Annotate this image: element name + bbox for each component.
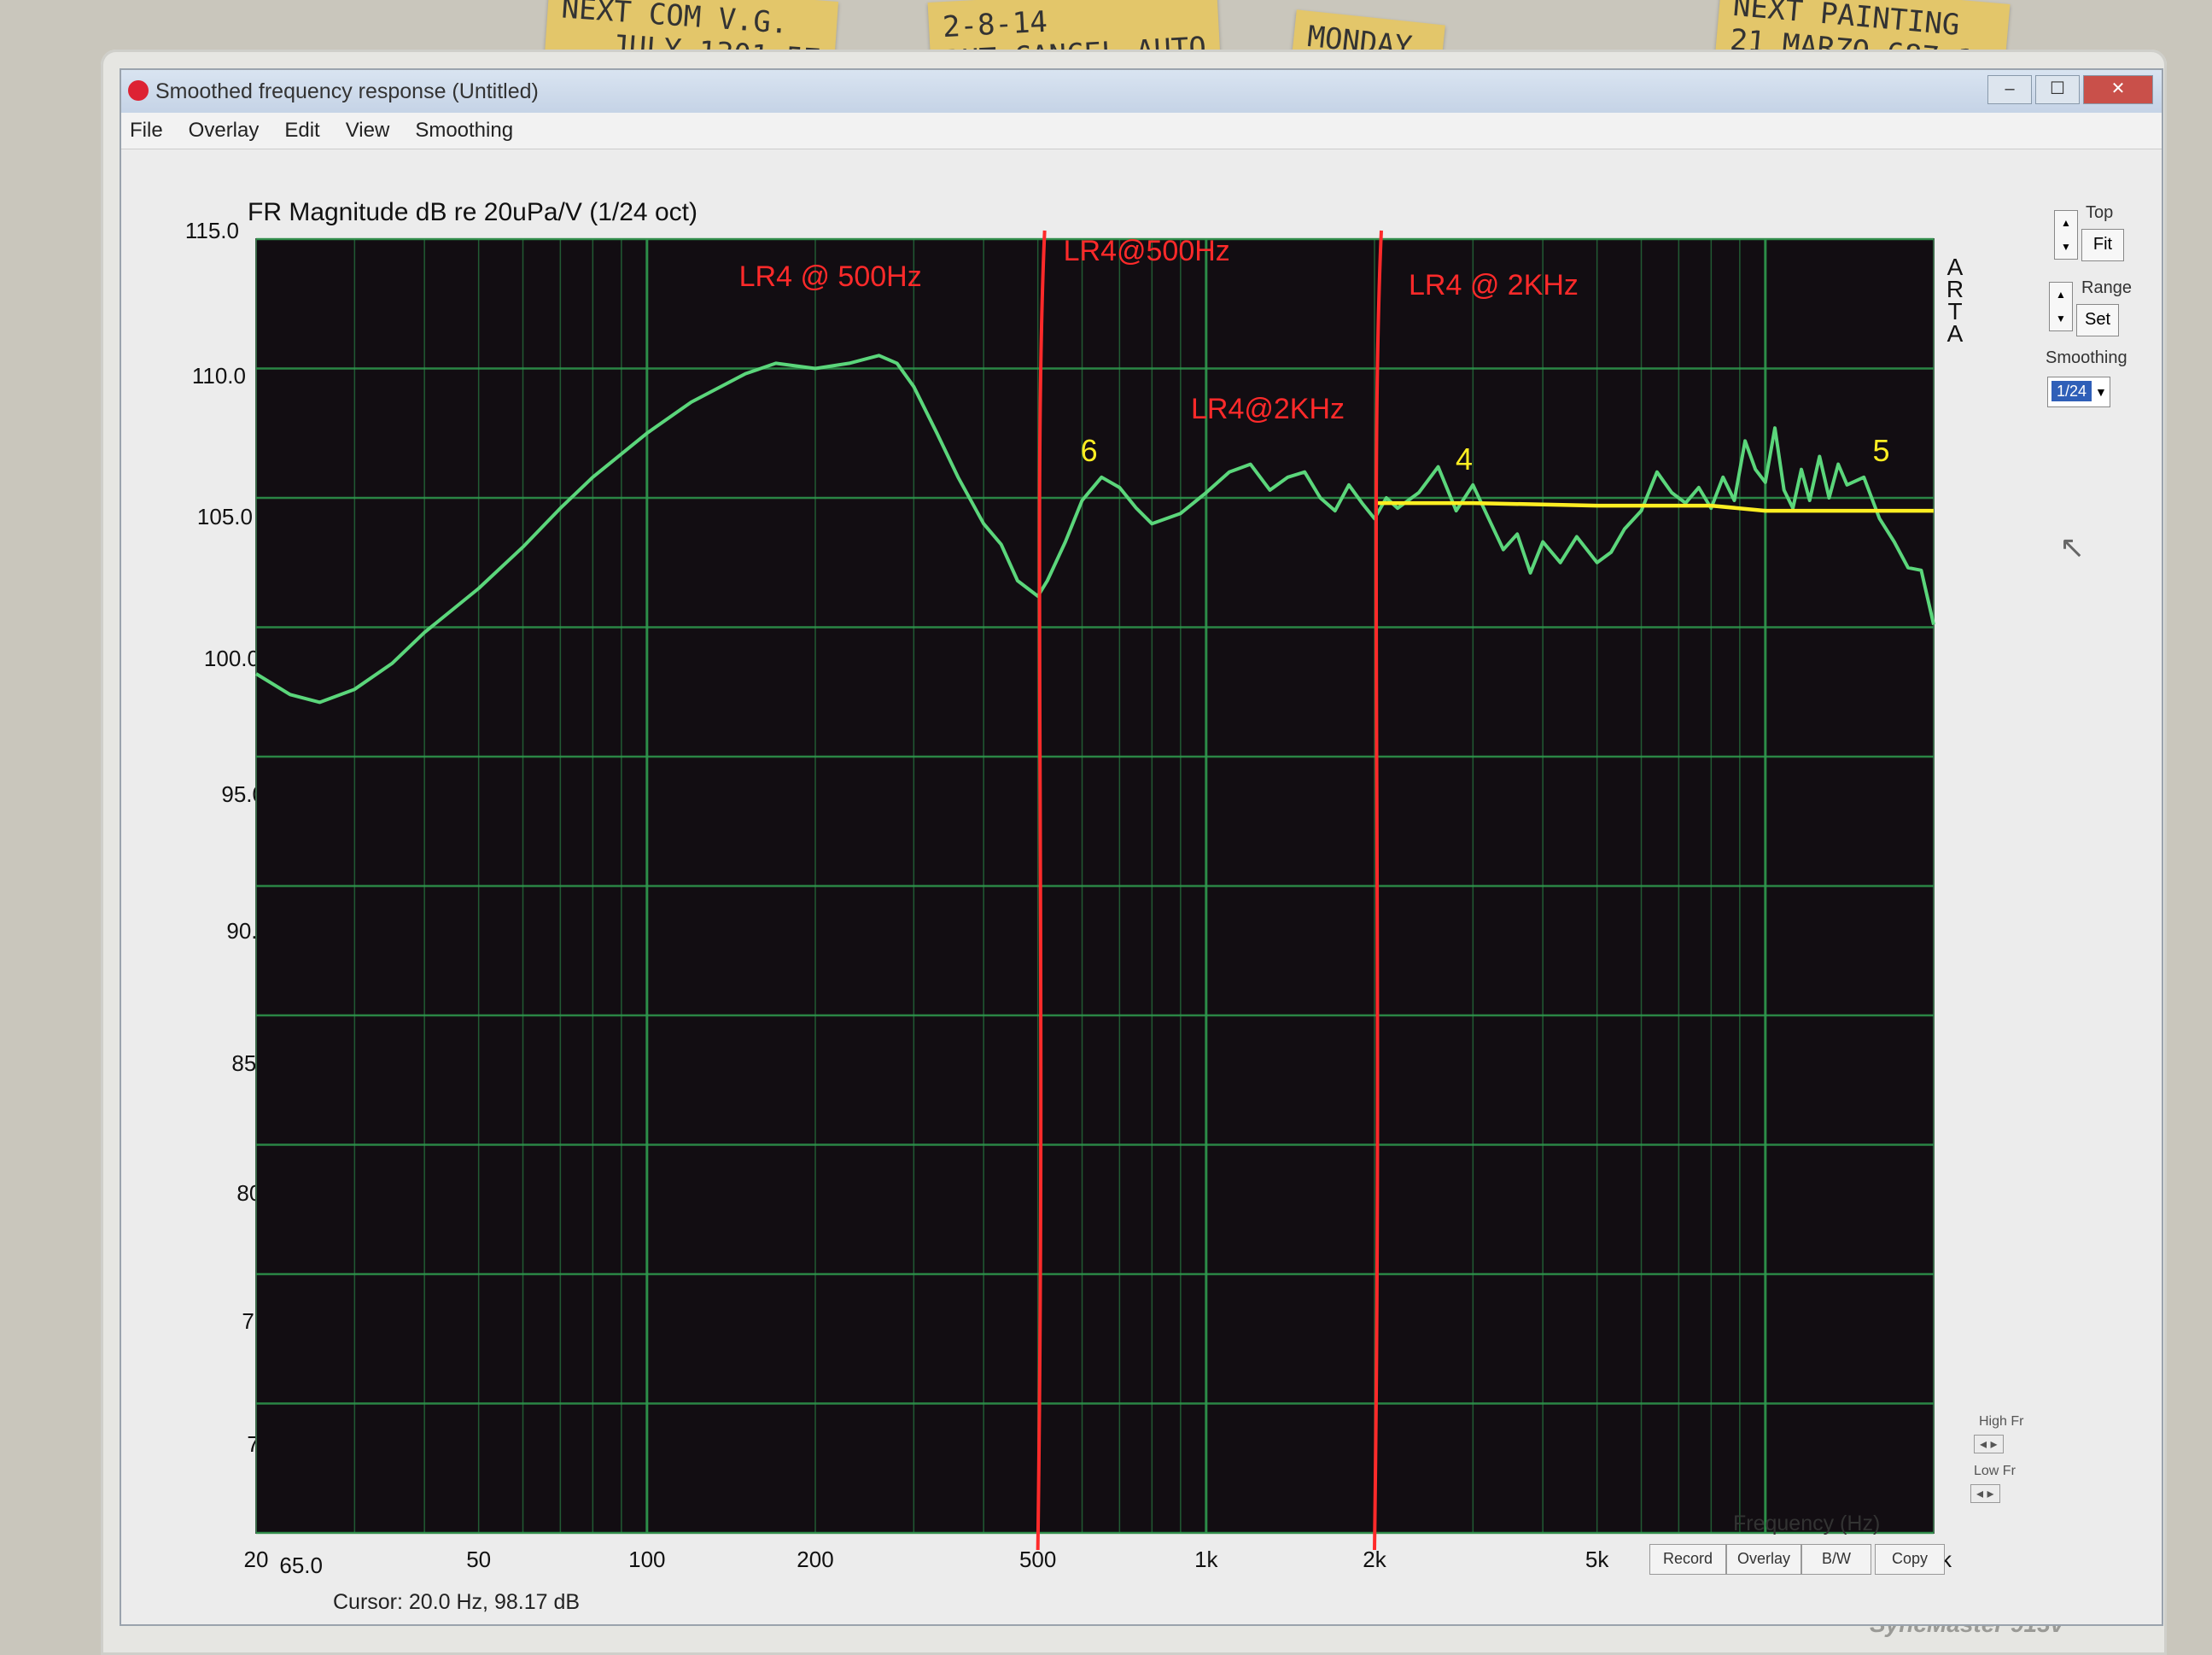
menu-file[interactable]: File: [130, 113, 163, 149]
y-tick-label: 65.0: [279, 1553, 323, 1578]
close-button[interactable]: ✕: [2083, 75, 2153, 104]
menu-edit[interactable]: Edit: [284, 113, 319, 149]
top-label: Top: [2086, 203, 2114, 222]
app-window: Smoothed frequency response (Untitled) –…: [120, 68, 2163, 1626]
copy-button[interactable]: Copy: [1875, 1544, 1945, 1575]
menu-bar: File Overlay Edit View Smoothing: [121, 113, 2162, 149]
plot-title: FR Magnitude dB re 20uPa/V (1/24 oct): [248, 198, 697, 226]
y-tick-label: 80.0: [236, 1180, 280, 1206]
maximize-button[interactable]: ☐: [2035, 75, 2080, 104]
y-tick-label: 75.0: [242, 1308, 285, 1334]
smoothing-value: 1/24: [2051, 381, 2092, 401]
smoothing-label: Smoothing: [2046, 348, 2127, 367]
y-tick-label: 90.0: [226, 918, 270, 944]
chevron-down-icon: ▼: [2095, 385, 2107, 399]
low-fr-label: Low Fr: [1974, 1464, 2016, 1478]
y-tick-label: 115.0: [184, 218, 239, 243]
x-axis-label: Frequency (Hz): [1733, 1512, 1881, 1535]
title-bar: Smoothed frequency response (Untitled) –…: [121, 70, 2162, 113]
y-tick-label: 110.0: [191, 363, 246, 389]
top-spinner[interactable]: ▲ ▼: [2054, 210, 2078, 260]
menu-smoothing[interactable]: Smoothing: [415, 113, 513, 149]
smoothing-select[interactable]: 1/24 ▼: [2047, 377, 2110, 407]
y-tick-label: 105.0: [196, 504, 253, 529]
cursor-arrow-icon: ↖: [2059, 529, 2086, 564]
app-icon: [128, 80, 149, 101]
high-fr-arrows[interactable]: ◂ ▸: [1974, 1435, 2004, 1453]
menu-overlay[interactable]: Overlay: [189, 113, 260, 149]
overlay-button[interactable]: Overlay: [1726, 1544, 1801, 1575]
y-tick-label: 70.0: [247, 1431, 290, 1457]
cursor-readout: Cursor: 20.0 Hz, 98.17 dB: [333, 1590, 581, 1614]
minimize-button[interactable]: –: [1987, 75, 2032, 104]
low-fr-arrows[interactable]: ◂ ▸: [1970, 1484, 2000, 1503]
y-tick-label: 85.0: [231, 1050, 275, 1076]
bw-button[interactable]: B/W: [1801, 1544, 1871, 1575]
range-label: Range: [2081, 278, 2132, 297]
high-fr-label: High Fr: [1979, 1414, 2024, 1429]
range-spinner[interactable]: ▲ ▼: [2049, 282, 2073, 331]
arta-watermark: A R T A: [1942, 255, 1968, 347]
menu-view[interactable]: View: [346, 113, 390, 149]
y-tick-label: 95.0: [221, 781, 265, 807]
window-title: Smoothed frequency response (Untitled): [155, 79, 539, 103]
y-tick-label: 100.0: [203, 646, 260, 671]
record-button[interactable]: Record: [1649, 1544, 1726, 1575]
fit-button[interactable]: Fit: [2081, 229, 2124, 261]
arta-letter: A: [1946, 320, 1964, 347]
set-button[interactable]: Set: [2076, 304, 2119, 336]
